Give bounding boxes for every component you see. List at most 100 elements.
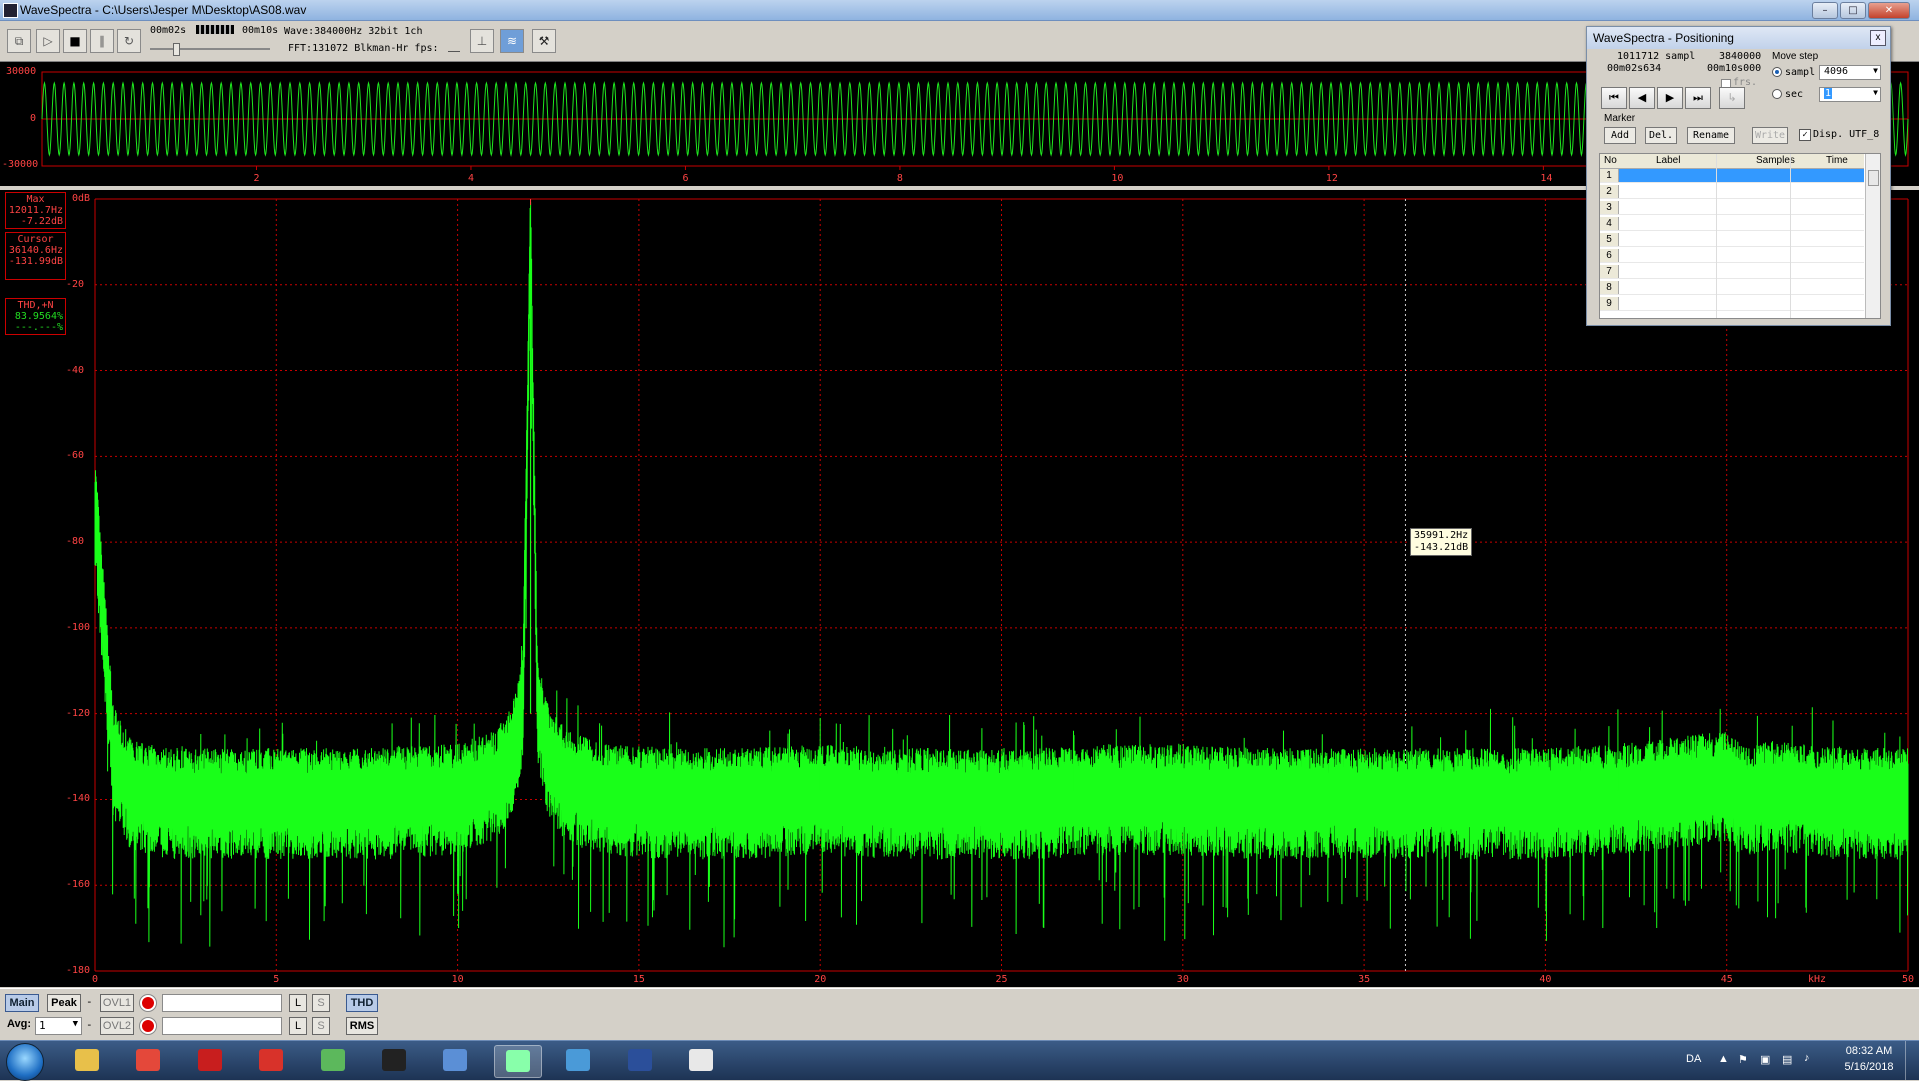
marker-row[interactable]: 9 (1600, 297, 1864, 311)
rms-button[interactable]: RMS (346, 1017, 378, 1035)
spectrum-y-label: -100 (66, 621, 91, 633)
marker-write-button[interactable]: Write (1752, 127, 1788, 144)
max-db: -7.22dB (20, 216, 63, 227)
tray-expand-icon[interactable]: ▲ (1718, 1053, 1729, 1065)
marker-delete-button[interactable]: Del. (1645, 127, 1677, 144)
sec-radio[interactable] (1772, 89, 1782, 99)
record-2-icon[interactable] (140, 1018, 156, 1034)
pause-icon[interactable]: ∥ (90, 29, 114, 53)
peak-button[interactable]: Peak (47, 994, 81, 1012)
chevron-down-icon: ▼ (1873, 66, 1878, 75)
marker-row[interactable]: 8 (1600, 281, 1864, 295)
cursor-tooltip: 35991.2Hz -143.21dB (1410, 528, 1473, 556)
skip-end-icon[interactable]: ⏭ (1685, 87, 1711, 109)
marker-rename-button[interactable]: Rename (1687, 127, 1735, 144)
position-slider-thumb[interactable] (173, 43, 180, 56)
explorer-icon-glyph (75, 1049, 99, 1071)
s-1-button[interactable]: S (312, 994, 330, 1012)
positioning-title-bar[interactable]: WaveSpectra - Positioning x (1587, 27, 1890, 49)
positioning-title: WaveSpectra - Positioning (1593, 31, 1734, 45)
marker-row-number: 1 (1600, 169, 1619, 182)
marker-table-scrollbar[interactable] (1865, 154, 1880, 318)
window-app-icon-glyph (689, 1049, 713, 1071)
acrobat-icon[interactable] (187, 1045, 233, 1076)
volume-icon[interactable]: ♪ (1804, 1052, 1810, 1064)
chrome-icon[interactable] (125, 1045, 171, 1076)
window-title: WaveSpectra - C:\Users\Jesper M\Desktop\… (20, 3, 307, 17)
wavespectra-icon[interactable] (494, 1045, 542, 1078)
sec-step-value: 1 (1824, 88, 1833, 99)
settings-wrench-icon[interactable]: ⚒ (532, 29, 556, 53)
language-indicator[interactable]: DA (1686, 1053, 1701, 1065)
time-end: 00m10s (242, 25, 279, 36)
tray-date[interactable]: 5/16/2018 (1842, 1061, 1896, 1073)
pj-app-icon[interactable] (617, 1045, 663, 1076)
skip-start-icon[interactable]: ⏮ (1601, 87, 1627, 109)
seek-step-icon[interactable] (196, 25, 234, 34)
wave-x-label: 10 (1111, 173, 1124, 184)
step-back-icon[interactable]: ◀ (1629, 87, 1655, 109)
disp-utf8-checkbox[interactable]: ✓ (1799, 129, 1811, 141)
network-icon[interactable]: ▤ (1782, 1053, 1792, 1066)
printer-icon[interactable]: ▣ (1760, 1053, 1770, 1066)
image-viewer-icon[interactable] (432, 1045, 478, 1076)
marker-row[interactable]: 7 (1600, 265, 1864, 279)
position-slider-track[interactable] (150, 48, 270, 50)
max-freq: 12011.7Hz (8, 205, 63, 216)
main-button[interactable]: Main (5, 994, 39, 1012)
flag-icon[interactable]: ⚑ (1738, 1053, 1748, 1066)
sec-step-select[interactable]: 1 ▼ (1819, 87, 1881, 102)
show-desktop-button[interactable] (1905, 1041, 1919, 1080)
step-forward-icon[interactable]: ▶ (1657, 87, 1683, 109)
spectrum-y-label: -160 (66, 879, 91, 891)
s-2-button[interactable]: S (312, 1017, 330, 1035)
marker-row[interactable]: 3 (1600, 201, 1864, 215)
record-1-icon[interactable] (140, 995, 156, 1011)
copy-icon[interactable]: ⧉ (7, 29, 31, 53)
stop-icon[interactable]: ■ (63, 29, 87, 53)
window-app-icon[interactable] (678, 1045, 724, 1076)
wave-x-label: 4 (467, 173, 474, 184)
marker-row[interactable]: 6 (1600, 249, 1864, 263)
ccleaner-icon[interactable] (248, 1045, 294, 1076)
sampl-step-select[interactable]: 4096 ▼ (1819, 65, 1881, 80)
wave-x-label: 6 (682, 173, 689, 184)
maximize-button[interactable]: □ (1840, 2, 1866, 19)
marker-row[interactable]: 1 (1600, 169, 1864, 183)
max-readout: Max 12011.7Hz -7.22dB (5, 192, 66, 229)
start-button[interactable] (6, 1043, 44, 1081)
marker-row[interactable]: 2 (1600, 185, 1864, 199)
frame-step-icon[interactable]: ↳ (1719, 87, 1745, 109)
marker-table-header: No Label Samples Time (1600, 154, 1864, 169)
spectrum-x-unit: kHz (1808, 974, 1827, 985)
marker-row[interactable]: 5 (1600, 233, 1864, 247)
minimize-button[interactable]: – (1812, 2, 1838, 19)
dash-separator: - (86, 995, 93, 1008)
play-icon[interactable]: ▷ (36, 29, 60, 53)
network-monitor-icon[interactable] (555, 1045, 601, 1076)
tray-time[interactable]: 08:32 AM (1842, 1045, 1896, 1057)
dash-separator-2: - (86, 1018, 93, 1031)
spectrum-x-label: 35 (1358, 974, 1371, 985)
positioning-close-button[interactable]: x (1870, 30, 1886, 46)
fft-window-icon[interactable]: ⊥ (470, 29, 494, 53)
left-1-button[interactable]: L (289, 994, 307, 1012)
close-button[interactable]: ✕ (1868, 2, 1910, 19)
chrome-icon-glyph (136, 1049, 160, 1071)
marker-row[interactable]: 4 (1600, 217, 1864, 231)
left-2-button[interactable]: L (289, 1017, 307, 1035)
time-start: 00m02s (150, 25, 187, 36)
marker-add-button[interactable]: Add (1604, 127, 1636, 144)
sampl-radio[interactable] (1772, 67, 1782, 77)
colors-app-icon[interactable] (310, 1045, 356, 1076)
avg-select[interactable]: 1 ▼ (35, 1017, 82, 1035)
thd-button[interactable]: THD (346, 994, 378, 1012)
spectrum-x-label: 15 (632, 974, 645, 985)
explorer-icon[interactable] (64, 1045, 110, 1076)
tooltip-freq: 35991.2Hz (1414, 530, 1469, 541)
current-time: 00m02s634 (1607, 63, 1662, 74)
loop-icon[interactable]: ↻ (117, 29, 141, 53)
spectrum-view-icon[interactable]: ≋ (500, 29, 524, 53)
fps-underline (448, 51, 460, 52)
terminal-icon[interactable] (371, 1045, 417, 1076)
